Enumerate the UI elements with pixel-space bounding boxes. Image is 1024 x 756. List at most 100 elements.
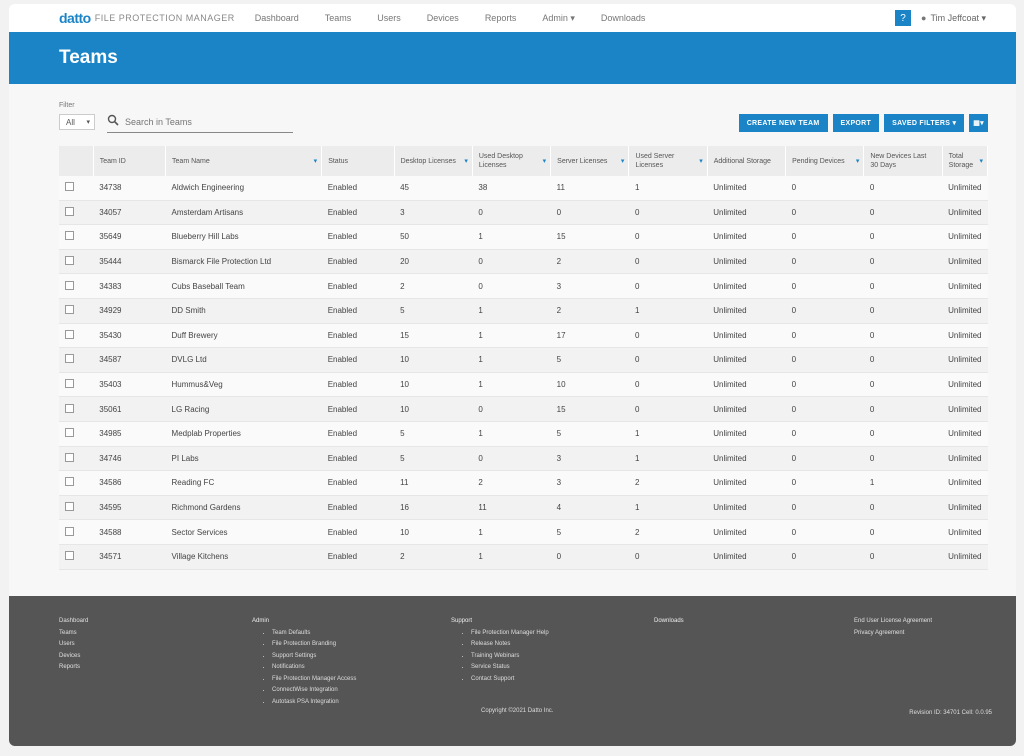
footer-admin-item[interactable]: Notifications	[272, 662, 356, 674]
header-pending-devices[interactable]: Pending Devices ▾	[785, 146, 865, 176]
header-team-name[interactable]: Team Name ▾	[165, 146, 323, 176]
table-cell[interactable]: DD Smith	[165, 298, 322, 324]
row-checkbox[interactable]	[65, 305, 74, 315]
table-cell[interactable]: LG Racing	[165, 396, 322, 422]
nav-dashboard[interactable]: Dashboard	[255, 13, 299, 23]
header-team-id[interactable]: Team ID	[93, 146, 167, 176]
footer-support-item[interactable]: Release Notes	[471, 639, 549, 651]
header-desktop-licenses[interactable]: Desktop Licenses ▾	[394, 146, 473, 176]
table-row[interactable]: 34571 Village Kitchens Enabled 2 1 0 0 Unlimite…	[59, 544, 988, 570]
brand[interactable]: datto FILE PROTECTION MANAGER	[59, 10, 235, 26]
table-cell[interactable]: Hummus&Veg	[165, 372, 322, 398]
table-cell[interactable]: Cubs Baseball Team	[165, 273, 322, 299]
row-checkbox[interactable]	[65, 379, 74, 389]
row-checkbox[interactable]	[65, 231, 74, 241]
footer-support-item[interactable]: Contact Support	[471, 674, 549, 686]
table-cell[interactable]: Aldwich Engineering	[165, 176, 322, 201]
nav-teams[interactable]: Teams	[325, 13, 352, 23]
footer-admin-item[interactable]: Autotask PSA Integration	[272, 697, 356, 709]
export-button[interactable]: EXPORT	[832, 114, 880, 132]
footer-support-item[interactable]: Service Status	[471, 662, 549, 674]
header-status[interactable]: Status	[321, 146, 395, 176]
header-total-storage[interactable]: Total Storage ▾	[942, 146, 989, 176]
nav-devices[interactable]: Devices	[427, 13, 459, 23]
table-row[interactable]: 34929 DD Smith Enabled 5 1 2 1 Unlimited 0 0 Unlim…	[59, 298, 988, 324]
table-row[interactable]: 34985 Medplab Properties Enabled 5 1 5 1 Unlimi…	[59, 421, 988, 447]
table-row[interactable]: 35061 LG Racing Enabled 10 0 15 0 Unlimited 0 0 Un…	[59, 396, 988, 422]
footer-link-teams[interactable]: Teams	[59, 628, 88, 640]
table-row[interactable]: 34746 PI Labs Enabled 5 0 3 1 Unlimited 0 0 Unlimi…	[59, 446, 988, 472]
row-checkbox[interactable]	[65, 206, 74, 216]
header-used-desktop-licenses[interactable]: Used Desktop Licenses ▾	[472, 146, 552, 176]
row-checkbox[interactable]	[65, 280, 74, 290]
footer-link-users[interactable]: Users	[59, 639, 88, 651]
nav-downloads[interactable]: Downloads	[601, 13, 646, 23]
table-row[interactable]: 34595 Richmond Gardens Enabled 16 11 4 1 Unlimi…	[59, 495, 988, 521]
footer-link-devices[interactable]: Devices	[59, 651, 88, 663]
footer-admin-title[interactable]: Admin	[252, 616, 356, 628]
table-row[interactable]: 35649 Blueberry Hill Labs Enabled 50 1 15 0 Unl…	[59, 224, 988, 250]
row-checkbox[interactable]	[65, 329, 74, 339]
header-new-devices[interactable]: New Devices Last 30 Days	[863, 146, 943, 176]
nav-admin[interactable]: Admin	[542, 13, 575, 24]
row-checkbox[interactable]	[65, 354, 74, 364]
footer-admin-item[interactable]: ConnectWise Integration	[272, 685, 356, 697]
table-row[interactable]: 35403 Hummus&Veg Enabled 10 1 10 0 Unlimited 0 0 U…	[59, 372, 988, 398]
table-cell[interactable]: Medplab Properties	[165, 421, 322, 447]
table-cell[interactable]: DVLG Ltd	[165, 347, 322, 373]
row-checkbox[interactable]	[65, 428, 74, 438]
table-row[interactable]: 34588 Sector Services Enabled 10 1 5 2 Unlimite…	[59, 519, 988, 545]
footer-privacy-link[interactable]: Privacy Agreement	[854, 628, 932, 640]
footer-admin-item[interactable]: File Protection Branding	[272, 639, 356, 651]
row-checkbox[interactable]	[65, 526, 74, 536]
table-cell[interactable]: Amsterdam Artisans	[165, 200, 322, 226]
footer-admin-item[interactable]: Support Settings	[272, 651, 356, 663]
filter-select[interactable]: All ▾	[59, 114, 95, 130]
table-row[interactable]: 34383 Cubs Baseball Team Enabled 2 0 3 0 Unlimi…	[59, 273, 988, 299]
footer-downloads-link[interactable]: Downloads	[654, 616, 684, 628]
table-cell[interactable]: Bismarck File Protection Ltd	[165, 249, 322, 275]
table-row[interactable]: 34586 Reading FC Enabled 11 2 3 2 Unlimited 0 1 Un…	[59, 470, 988, 496]
help-button[interactable]: ?	[895, 10, 911, 26]
user-menu[interactable]: Tim Jeffcoat ▾	[930, 13, 986, 24]
table-row[interactable]: 34738 Aldwich Engineering Enabled 45 38 11 1 Un…	[59, 176, 988, 201]
footer-support-item[interactable]: Training Webinars	[471, 651, 549, 663]
nav-users[interactable]: Users	[377, 13, 401, 23]
table-row[interactable]: 35430 Duff Brewery Enabled 15 1 17 0 Unlimited 0…	[59, 323, 988, 349]
column-settings-button[interactable]: ▦▾	[969, 114, 988, 132]
footer-support-title[interactable]: Support	[451, 616, 549, 628]
create-new-team-button[interactable]: CREATE NEW TEAM	[738, 114, 828, 132]
table-row[interactable]: 35444 Bismarck File Protection Ltd Enabled…	[59, 249, 988, 275]
table-cell: 0	[863, 446, 943, 472]
table-cell[interactable]: Village Kitchens	[165, 544, 322, 570]
table-cell[interactable]: Reading FC	[165, 470, 322, 496]
row-checkbox[interactable]	[65, 502, 74, 512]
row-checkbox[interactable]	[65, 452, 74, 462]
table-cell[interactable]: Richmond Gardens	[165, 495, 322, 521]
row-checkbox[interactable]	[65, 256, 74, 266]
select-all-header	[59, 146, 94, 176]
table-row[interactable]: 34587 DVLG Ltd Enabled 10 1 5 0 Unlimited 0 0 Unli…	[59, 347, 988, 373]
saved-filters-button[interactable]: SAVED FILTERS ▾	[884, 114, 965, 132]
header-additional-storage[interactable]: Additional Storage	[707, 146, 787, 176]
table-cell[interactable]: Duff Brewery	[165, 323, 322, 349]
header-used-server-licenses[interactable]: Used Server Licenses ▾	[628, 146, 708, 176]
header-server-licenses[interactable]: Server Licenses ▾	[550, 146, 630, 176]
footer-admin-item[interactable]: File Protection Manager Access	[272, 674, 356, 686]
table-row[interactable]: 34057 Amsterdam Artisans Enabled 3 0 0 0 Unlimi…	[59, 200, 988, 226]
nav-reports[interactable]: Reports	[485, 13, 517, 23]
footer-support-item[interactable]: File Protection Manager Help	[471, 628, 549, 640]
row-checkbox[interactable]	[65, 182, 74, 192]
sort-icon: ▾	[855, 158, 860, 165]
row-checkbox[interactable]	[65, 551, 74, 561]
footer-eula-link[interactable]: End User License Agreement	[854, 616, 932, 628]
footer-admin-item[interactable]: Team Defaults	[272, 628, 356, 640]
search-input[interactable]	[123, 116, 287, 128]
footer-link-dashboard[interactable]: Dashboard	[59, 616, 88, 628]
table-cell[interactable]: Sector Services	[165, 519, 322, 545]
table-cell[interactable]: PI Labs	[165, 446, 322, 472]
row-checkbox[interactable]	[65, 403, 74, 413]
row-checkbox[interactable]	[65, 477, 74, 487]
table-cell[interactable]: Blueberry Hill Labs	[165, 224, 322, 250]
footer-link-reports[interactable]: Reports	[59, 662, 88, 674]
